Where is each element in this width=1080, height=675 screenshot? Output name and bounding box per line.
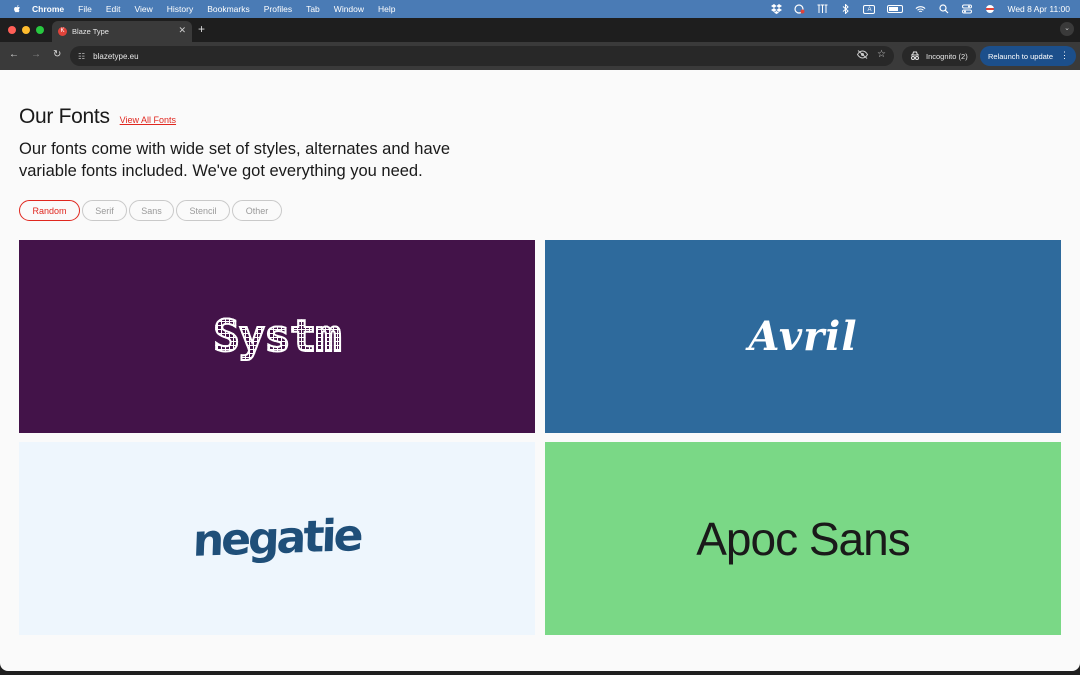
menu-edit[interactable]: Edit <box>106 4 121 14</box>
browser-tab-strip: K Blaze Type ✕ + ⌄ <box>0 18 1080 42</box>
menu-help[interactable]: Help <box>378 4 395 14</box>
view-all-fonts-link[interactable]: View All Fonts <box>120 115 176 125</box>
incognito-label: Incognito (2) <box>926 51 968 61</box>
address-bar[interactable]: ☷ blazetype.eu ☆ <box>70 46 894 66</box>
sync-status-icon[interactable] <box>794 4 805 14</box>
filter-chip-stencil[interactable]: Stencil <box>176 200 230 221</box>
new-tab-plus-icon[interactable]: + <box>198 22 205 36</box>
browser-tab-active[interactable]: K Blaze Type ✕ <box>52 21 192 42</box>
bookmark-star-icon[interactable]: ☆ <box>877 49 886 60</box>
filter-chips: Random Serif Sans Stencil Other <box>19 200 282 221</box>
font-card-apoc-sans[interactable]: Apoc Sans <box>545 442 1061 635</box>
wifi-icon[interactable] <box>915 4 926 14</box>
fonts-heading-row: Our Fonts View All Fonts <box>19 105 176 129</box>
font-specimen-apoc-sans: Apoc Sans <box>696 512 910 565</box>
menu-bookmarks[interactable]: Bookmarks <box>207 4 250 14</box>
tab-close-icon[interactable]: ✕ <box>178 25 186 36</box>
incognito-indicator[interactable]: Incognito (2) <box>902 46 976 66</box>
intro-text: Our fonts come with wide set of styles, … <box>19 140 451 180</box>
spotlight-search-icon[interactable] <box>938 4 949 14</box>
menu-profiles[interactable]: Profiles <box>264 4 292 14</box>
address-bar-url[interactable]: blazetype.eu <box>93 52 138 61</box>
font-specimen-negatie: negatie <box>192 510 362 567</box>
filter-chip-other[interactable]: Other <box>232 200 282 221</box>
site-favicon: K <box>58 27 67 36</box>
menu-tab[interactable]: Tab <box>306 4 320 14</box>
filter-chip-sans[interactable]: Sans <box>129 200 174 221</box>
incognito-icon <box>910 51 920 62</box>
menu-file[interactable]: File <box>78 4 92 14</box>
window-close-button[interactable] <box>8 26 16 34</box>
menubar-clock[interactable]: Wed 8 Apr 11:00 <box>1007 4 1070 14</box>
font-card-negatie[interactable]: negatie <box>19 442 535 635</box>
web-page: Our Fonts View All Fonts Our fonts come … <box>0 70 1080 671</box>
forward-arrow-icon[interactable]: → <box>31 49 41 60</box>
filter-chip-serif[interactable]: Serif <box>82 200 127 221</box>
filter-chip-random[interactable]: Random <box>19 200 80 221</box>
menu-window[interactable]: Window <box>334 4 364 14</box>
font-card-systm[interactable]: Systm <box>19 240 535 433</box>
apple-icon[interactable] <box>12 4 22 14</box>
bluetooth-icon[interactable] <box>840 4 851 14</box>
network-antenna-icon[interactable] <box>817 4 828 14</box>
tab-search-chevron-icon[interactable]: ⌄ <box>1060 22 1074 36</box>
page-title: Our Fonts <box>19 105 110 128</box>
font-specimen-systm: Systm <box>212 310 342 363</box>
menu-history[interactable]: History <box>167 4 193 14</box>
tab-title: Blaze Type <box>72 27 109 36</box>
font-card-avril[interactable]: Avril <box>545 240 1061 433</box>
eye-off-icon[interactable] <box>856 50 869 61</box>
dropbox-icon[interactable] <box>771 4 783 14</box>
control-center-icon[interactable] <box>961 4 972 14</box>
font-specimen-avril: Avril <box>748 313 858 360</box>
relaunch-to-update-button[interactable]: Relaunch to update ⋮ <box>980 46 1076 66</box>
window-zoom-button[interactable] <box>36 26 44 34</box>
relaunch-label: Relaunch to update <box>988 51 1054 61</box>
window-minimize-button[interactable] <box>22 26 30 34</box>
user-flag-icon[interactable] <box>984 4 995 14</box>
menu-view[interactable]: View <box>134 4 152 14</box>
back-arrow-icon[interactable]: ← <box>9 49 19 60</box>
menu-app-name[interactable]: Chrome <box>32 4 64 14</box>
input-source-indicator[interactable]: A <box>863 4 876 14</box>
site-info-tune-icon[interactable]: ☷ <box>78 52 85 61</box>
status-area: A Wed 8 Apr 11:00 <box>771 0 1070 18</box>
reload-icon[interactable]: ↻ <box>53 49 61 60</box>
macos-menu-bar: Chrome File Edit View History Bookmarks … <box>0 0 1080 18</box>
more-vertical-icon[interactable]: ⋮ <box>1060 50 1069 61</box>
browser-toolbar: ← → ↻ ☷ blazetype.eu ☆ Incognito (2) Rel… <box>0 42 1080 70</box>
battery-icon[interactable] <box>887 5 904 13</box>
